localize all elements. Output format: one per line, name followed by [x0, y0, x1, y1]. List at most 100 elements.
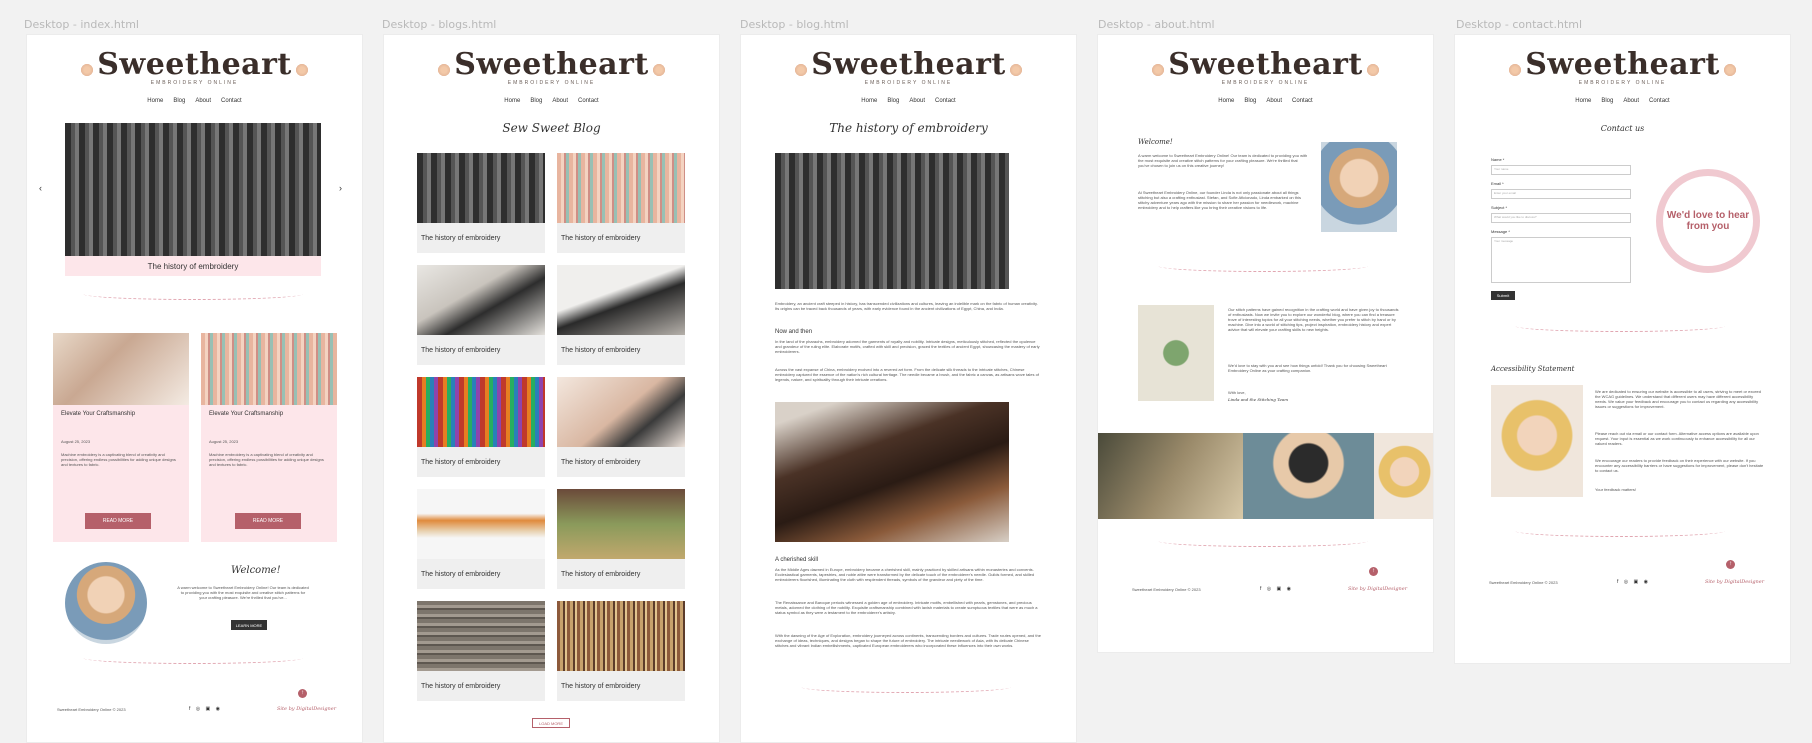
- article-paragraph: With the dawning of the Age of Explorati…: [775, 633, 1041, 648]
- nav-about[interactable]: About: [1623, 98, 1639, 104]
- card-title: Elevate Your Craftsmanship: [209, 411, 284, 417]
- main-nav: Home Blog About Contact: [741, 98, 1076, 104]
- blog-caption[interactable]: The history of embroidery: [417, 335, 545, 365]
- frame-blog: Sweetheart EMBROIDERY ONLINE Home Blog Abo…: [740, 34, 1077, 743]
- nav-contact[interactable]: Contact: [221, 98, 242, 104]
- sign-names: Linda and the Stitching Team: [1228, 397, 1288, 402]
- nav-contact[interactable]: Contact: [935, 98, 956, 104]
- scroll-top-icon[interactable]: ↑: [1369, 567, 1378, 576]
- article-paragraph: Across the vast expanse of China, embroi…: [775, 367, 1039, 382]
- brand-logo[interactable]: Sweetheart EMBROIDERY ONLINE: [741, 47, 1076, 86]
- email-input[interactable]: Enter your email: [1491, 189, 1631, 199]
- dashed-divider: [83, 288, 303, 300]
- nav-home[interactable]: Home: [504, 98, 520, 104]
- blog-thumb[interactable]: [417, 153, 545, 223]
- nav-contact[interactable]: Contact: [578, 98, 599, 104]
- nav-blog[interactable]: Blog: [887, 98, 899, 104]
- flower-icon: [1508, 62, 1523, 77]
- social-icons[interactable]: f ◎ ▣ ◉: [1260, 586, 1293, 592]
- card-image[interactable]: [53, 333, 189, 405]
- nav-blog[interactable]: Blog: [1601, 98, 1613, 104]
- nav-home[interactable]: Home: [1575, 98, 1591, 104]
- load-more-button[interactable]: LOAD MORE: [532, 718, 570, 728]
- social-icons[interactable]: f ◎ ▣ ◉: [189, 706, 222, 712]
- brand-logo[interactable]: Sweetheart EMBROIDERY ONLINE: [384, 47, 719, 86]
- submit-button[interactable]: Submit: [1491, 291, 1515, 300]
- flower-icon: [794, 62, 809, 77]
- page-title: Sew Sweet Blog: [502, 121, 601, 135]
- welcome-title: Welcome!: [231, 565, 281, 576]
- nav-blog[interactable]: Blog: [1244, 98, 1256, 104]
- footer-credit[interactable]: Site by DigitalDesigner: [277, 706, 336, 712]
- frame-label-about: Desktop - about.html: [1098, 18, 1215, 31]
- blog-thumb[interactable]: [417, 265, 545, 335]
- article-heading: Now and then: [775, 329, 813, 335]
- dashed-divider: [1515, 320, 1725, 332]
- brand-logo[interactable]: Sweetheart EMBROIDERY ONLINE: [1098, 47, 1433, 86]
- wreath-text: We'd love to hear from you: [1666, 210, 1750, 232]
- main-nav: Home Blog About Contact: [1098, 98, 1433, 104]
- name-input[interactable]: Your name: [1491, 165, 1631, 175]
- nav-blog[interactable]: Blog: [173, 98, 185, 104]
- brand-name: Sweetheart: [811, 47, 1006, 82]
- scroll-top-icon[interactable]: ↑: [298, 689, 307, 698]
- embroidery-photo: [1138, 305, 1214, 401]
- footer-credit[interactable]: Site by DigitalDesigner: [1705, 579, 1764, 585]
- nav-home[interactable]: Home: [1218, 98, 1234, 104]
- article-paragraph: The Renaissance and Baroque periods witn…: [775, 600, 1038, 615]
- blog-caption[interactable]: The history of embroidery: [557, 671, 685, 701]
- frame-label-blog: Desktop - blog.html: [740, 18, 849, 31]
- about-paragraph: At Sweetheart Embroidery Online, our fou…: [1138, 190, 1301, 210]
- carousel-prev-icon[interactable]: ‹: [39, 183, 42, 193]
- blog-thumb[interactable]: [417, 377, 545, 447]
- accessibility-paragraph: Please reach out via email or our contac…: [1595, 431, 1759, 446]
- nav-about[interactable]: About: [1266, 98, 1282, 104]
- nav-home[interactable]: Home: [861, 98, 877, 104]
- flower-icon: [437, 62, 452, 77]
- gallery-photo: [1374, 433, 1433, 519]
- nav-about[interactable]: About: [195, 98, 211, 104]
- nav-contact[interactable]: Contact: [1649, 98, 1670, 104]
- blog-caption[interactable]: The history of embroidery: [417, 559, 545, 589]
- blog-caption[interactable]: The history of embroidery: [557, 223, 685, 253]
- blog-thumb[interactable]: [557, 377, 685, 447]
- blog-caption[interactable]: The history of embroidery: [417, 223, 545, 253]
- nav-home[interactable]: Home: [147, 98, 163, 104]
- blog-caption[interactable]: The history of embroidery: [557, 335, 685, 365]
- nav-about[interactable]: About: [909, 98, 925, 104]
- blog-caption[interactable]: The history of embroidery: [417, 671, 545, 701]
- carousel-next-icon[interactable]: ›: [339, 183, 342, 193]
- social-icons[interactable]: f ◎ ▣ ◉: [1617, 579, 1650, 585]
- blog-caption[interactable]: The history of embroidery: [417, 447, 545, 477]
- footer-credit[interactable]: Site by DigitalDesigner: [1348, 586, 1407, 592]
- blog-thumb[interactable]: [557, 265, 685, 335]
- page-title: Contact us: [1600, 124, 1645, 133]
- nav-contact[interactable]: Contact: [1292, 98, 1313, 104]
- brand-logo[interactable]: Sweetheart EMBROIDERY ONLINE: [1455, 47, 1790, 86]
- carousel-caption[interactable]: The history of embroidery: [65, 256, 321, 276]
- card-text: Machine embroidery is a captivating blen…: [61, 452, 176, 467]
- blog-thumb[interactable]: [557, 153, 685, 223]
- nav-blog[interactable]: Blog: [530, 98, 542, 104]
- message-textarea[interactable]: Your message: [1491, 237, 1631, 283]
- blog-caption[interactable]: The history of embroidery: [557, 559, 685, 589]
- blog-thumb[interactable]: [417, 489, 545, 559]
- scroll-top-icon[interactable]: ↑: [1726, 560, 1735, 569]
- blog-caption[interactable]: The history of embroidery: [557, 447, 685, 477]
- nav-about[interactable]: About: [552, 98, 568, 104]
- subject-input[interactable]: What would you like to discuss?: [1491, 213, 1631, 223]
- flower-icon: [1365, 62, 1380, 77]
- blog-thumb[interactable]: [557, 601, 685, 671]
- blog-thumb[interactable]: [417, 601, 545, 671]
- brand-logo[interactable]: Sweetheart EMBROIDERY ONLINE: [27, 47, 362, 86]
- brand-tagline: EMBROIDERY ONLINE: [864, 80, 953, 86]
- card-image[interactable]: [201, 333, 337, 405]
- welcome-text: A warm welcome to Sweetheart Embroidery …: [177, 585, 309, 600]
- learn-more-button[interactable]: LEARN MORE: [231, 620, 267, 630]
- blog-thumb[interactable]: [557, 489, 685, 559]
- frame-about: Sweetheart EMBROIDERY ONLINE Home Blog Abo…: [1097, 34, 1434, 653]
- read-more-button[interactable]: READ MORE: [235, 513, 301, 529]
- carousel-image[interactable]: [65, 123, 321, 256]
- dashed-divider: [801, 681, 1011, 693]
- read-more-button[interactable]: READ MORE: [85, 513, 151, 529]
